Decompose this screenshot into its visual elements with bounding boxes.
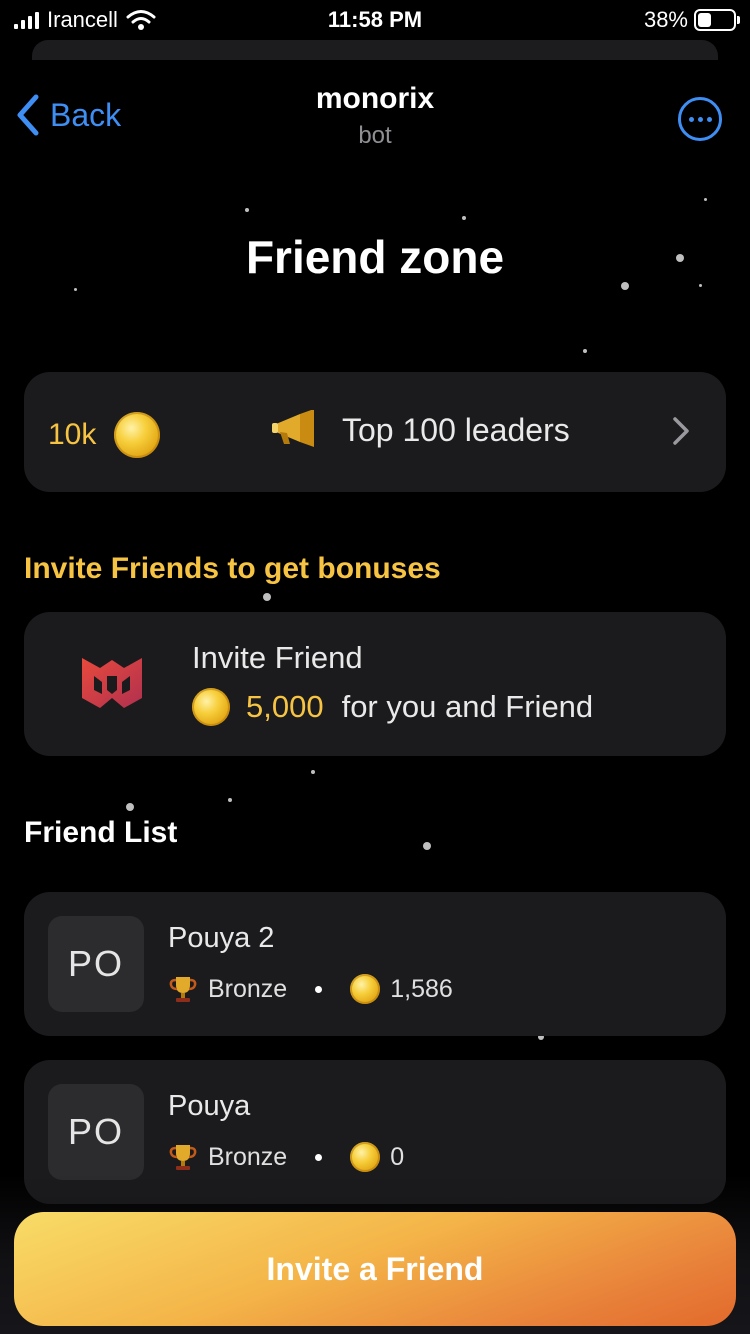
- friend-list-item[interactable]: PO Pouya 2 Bronze 1,586: [24, 892, 726, 1036]
- user-points: 10k: [48, 412, 161, 458]
- invite-friend-card[interactable]: Invite Friend 5,000 for you and Friend: [24, 612, 726, 756]
- coin-icon: [350, 1142, 381, 1172]
- friend-name: Pouya: [168, 1090, 251, 1122]
- avatar: PO: [48, 916, 144, 1012]
- status-right: 38%: [643, 7, 740, 33]
- friend-coins: 0: [390, 1142, 405, 1171]
- friend-stats: Bronze 0: [168, 1142, 404, 1172]
- sheet-handle: [32, 40, 718, 60]
- bot-title: monorix: [315, 82, 435, 115]
- trophy-icon: [169, 1145, 197, 1170]
- star-decoration: [245, 208, 249, 212]
- coin-icon: [114, 412, 161, 458]
- more-horizontal-icon: [688, 116, 694, 122]
- avatar: PO: [48, 1084, 144, 1180]
- star-decoration: [699, 284, 702, 287]
- friend-name: Pouya 2: [168, 922, 275, 954]
- leaderboard-label: Top 100 leaders: [342, 411, 570, 448]
- friend-list-heading: Friend List: [24, 816, 178, 849]
- friend-stats: Bronze 1,586: [168, 974, 453, 1004]
- separator-dot: [315, 1153, 323, 1161]
- star-decoration: [228, 798, 232, 802]
- reward-description: for you and Friend: [341, 689, 594, 724]
- star-decoration: [263, 593, 271, 601]
- trophy-icon: [169, 977, 197, 1002]
- coin-icon: [350, 974, 381, 1004]
- reward-amount: 5,000: [246, 689, 324, 724]
- app-header: Back monorix bot: [0, 80, 750, 160]
- battery-percent: 38%: [643, 7, 688, 32]
- chevron-right-icon: [673, 417, 689, 445]
- friend-league: Bronze: [208, 1142, 288, 1171]
- monorix-logo-icon: [82, 658, 142, 708]
- invite-section-heading: Invite Friends to get bonuses: [24, 552, 441, 585]
- separator-dot: [315, 985, 323, 993]
- points-value: 10k: [48, 418, 97, 451]
- invite-friend-button[interactable]: Invite a Friend: [14, 1212, 736, 1326]
- app-screen: Irancell 11:58 PM 38% Back monorix bot F…: [0, 0, 750, 1334]
- coin-icon: [192, 688, 230, 726]
- battery-level: [698, 13, 711, 27]
- invite-reward: 5,000 for you and Friend: [192, 688, 593, 726]
- megaphone-icon: [272, 410, 314, 447]
- friend-league: Bronze: [208, 974, 288, 1003]
- star-decoration: [74, 288, 77, 291]
- star-decoration: [704, 198, 707, 201]
- status-time: 11:58 PM: [327, 7, 423, 32]
- more-button[interactable]: [678, 97, 722, 141]
- invite-card-title: Invite Friend: [192, 640, 363, 675]
- bot-subtitle: bot: [358, 122, 392, 149]
- star-decoration: [311, 770, 315, 774]
- friend-coins: 1,586: [390, 974, 453, 1003]
- leaderboard-card[interactable]: 10k Top 100 leaders: [24, 372, 726, 492]
- star-decoration: [583, 349, 587, 353]
- page-title: Friend zone: [245, 231, 505, 283]
- battery-icon: [694, 9, 740, 31]
- status-bar: Irancell 11:58 PM 38%: [0, 0, 750, 40]
- leaderboard-link: Top 100 leaders: [270, 410, 570, 450]
- star-decoration: [423, 842, 431, 850]
- star-decoration: [126, 803, 134, 811]
- star-decoration: [462, 216, 466, 220]
